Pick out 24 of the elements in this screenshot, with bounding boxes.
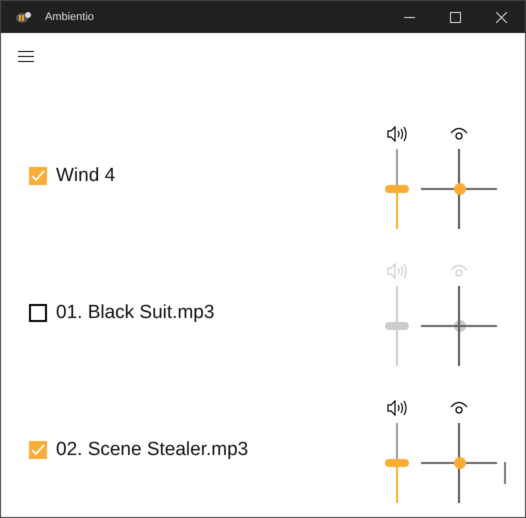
checkbox[interactable] bbox=[29, 167, 47, 185]
volume-slider[interactable] bbox=[385, 149, 409, 229]
volume-slider[interactable] bbox=[385, 423, 409, 503]
close-icon[interactable] bbox=[496, 12, 507, 22]
scrollbar[interactable] bbox=[504, 462, 506, 484]
window-title: Ambientio bbox=[45, 11, 94, 23]
sound-name: 01. Black Suit.mp3 bbox=[56, 302, 214, 324]
sound-name: Wind 4 bbox=[56, 165, 116, 187]
bee-icon bbox=[15, 10, 31, 24]
pan-pad[interactable] bbox=[421, 149, 497, 229]
volume-slider[interactable] bbox=[385, 286, 409, 366]
speaker-icon bbox=[387, 126, 407, 142]
pan-pad[interactable] bbox=[421, 423, 497, 503]
listener-icon bbox=[449, 126, 469, 142]
speaker-icon bbox=[387, 263, 407, 279]
pan-pad[interactable] bbox=[421, 286, 497, 366]
checkbox[interactable] bbox=[29, 304, 47, 322]
checkbox[interactable] bbox=[29, 441, 47, 459]
listener-icon bbox=[449, 400, 469, 416]
speaker-icon bbox=[387, 400, 407, 416]
menu-icon[interactable] bbox=[18, 51, 34, 62]
sound-name: 02. Scene Stealer.mp3 bbox=[56, 439, 248, 461]
maximize-icon[interactable] bbox=[450, 12, 461, 22]
listener-icon bbox=[449, 263, 469, 279]
